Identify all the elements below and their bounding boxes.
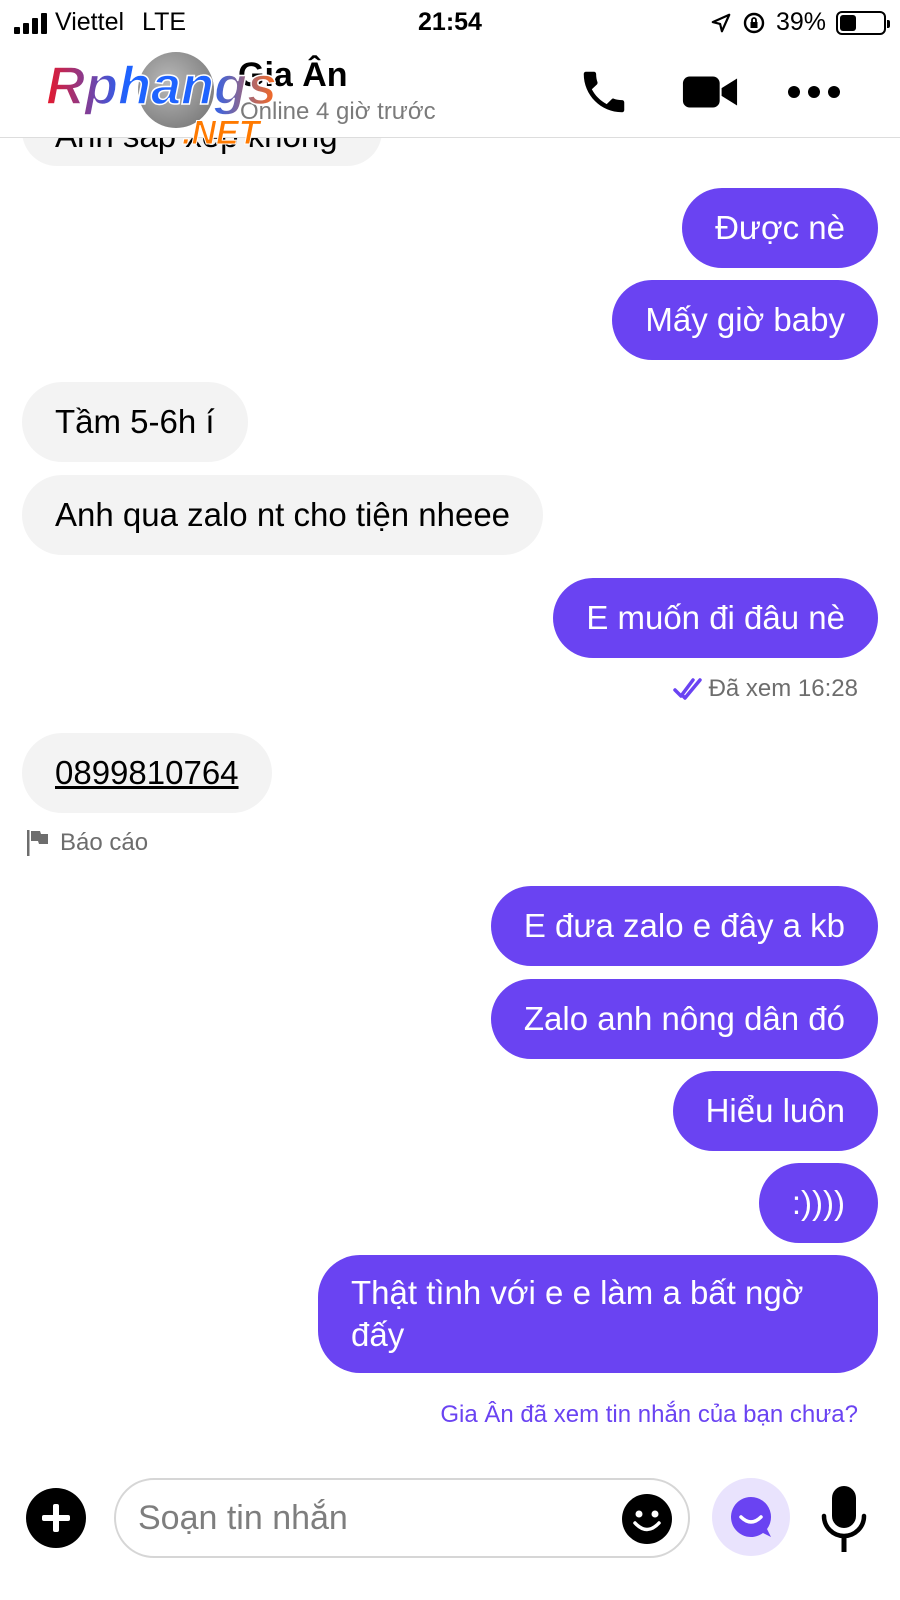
add-attachment-button[interactable] [26,1488,86,1548]
double-check-icon [672,678,702,700]
message-incoming[interactable]: Anh qua zalo nt cho tiện nheee [22,475,544,555]
video-camera-icon [682,76,738,108]
voice-record-button[interactable] [816,1480,872,1560]
chat-header: Gia Ân Online 4 giờ trước Rphangs .NET [0,46,900,152]
status-right: 39% [710,8,890,37]
report-button[interactable]: Báo cáo [26,829,148,857]
message-list[interactable]: Anh sắp xếp không Được nè Mấy giờ baby T… [0,138,900,1468]
message-outgoing[interactable]: Thật tình với e e làm a bất ngờ đấy [318,1255,878,1373]
report-label: Báo cáo [60,829,149,856]
call-button[interactable] [574,62,634,122]
rotation-lock-icon [743,12,765,33]
message-incoming[interactable]: Tầm 5-6h í [22,382,248,462]
message-outgoing[interactable]: Mấy giờ baby [612,280,878,360]
message-outgoing[interactable]: E muốn đi đâu nè [553,578,878,658]
message-outgoing[interactable]: Được nè [682,188,878,268]
message-input[interactable] [138,1490,608,1546]
more-options-button[interactable] [784,62,844,122]
message-outgoing[interactable]: :)))) [758,1163,878,1243]
message-outgoing[interactable]: E đưa zalo e đây a kb [490,886,878,966]
emoji-icon[interactable] [620,1492,674,1546]
message-incoming-phone-link[interactable]: 0899810764 [22,733,272,813]
flag-icon [27,830,48,856]
location-icon [711,13,731,32]
microphone-icon [821,1486,867,1552]
seen-receipt: Đã xem 16:28 [672,675,858,703]
watermark-text-sub: .NET [182,114,263,152]
message-input-wrapper[interactable] [114,1478,690,1558]
chatbot-icon [731,1497,771,1537]
composer-bar [0,1470,900,1600]
battery-icon [836,10,890,35]
seen-text: Đã xem 16:28 [708,675,858,702]
message-outgoing[interactable]: Zalo anh nông dân đó [490,979,878,1059]
chatbot-button[interactable] [712,1478,790,1556]
more-dots-icon [788,86,840,98]
watermark-logo: Rphangs .NET [45,55,278,152]
seen-prompt-link[interactable]: Gia Ân đã xem tin nhắn của bạn chưa? [440,1401,858,1429]
message-outgoing[interactable]: Hiểu luôn [672,1071,878,1151]
phone-icon [583,71,625,113]
battery-percent: 39% [775,8,826,36]
video-call-button[interactable] [680,62,740,122]
watermark-text-main: Rphangs [46,56,277,116]
status-bar: Viettel LTE 21:54 39% [0,0,900,46]
plus-icon [42,1504,70,1532]
